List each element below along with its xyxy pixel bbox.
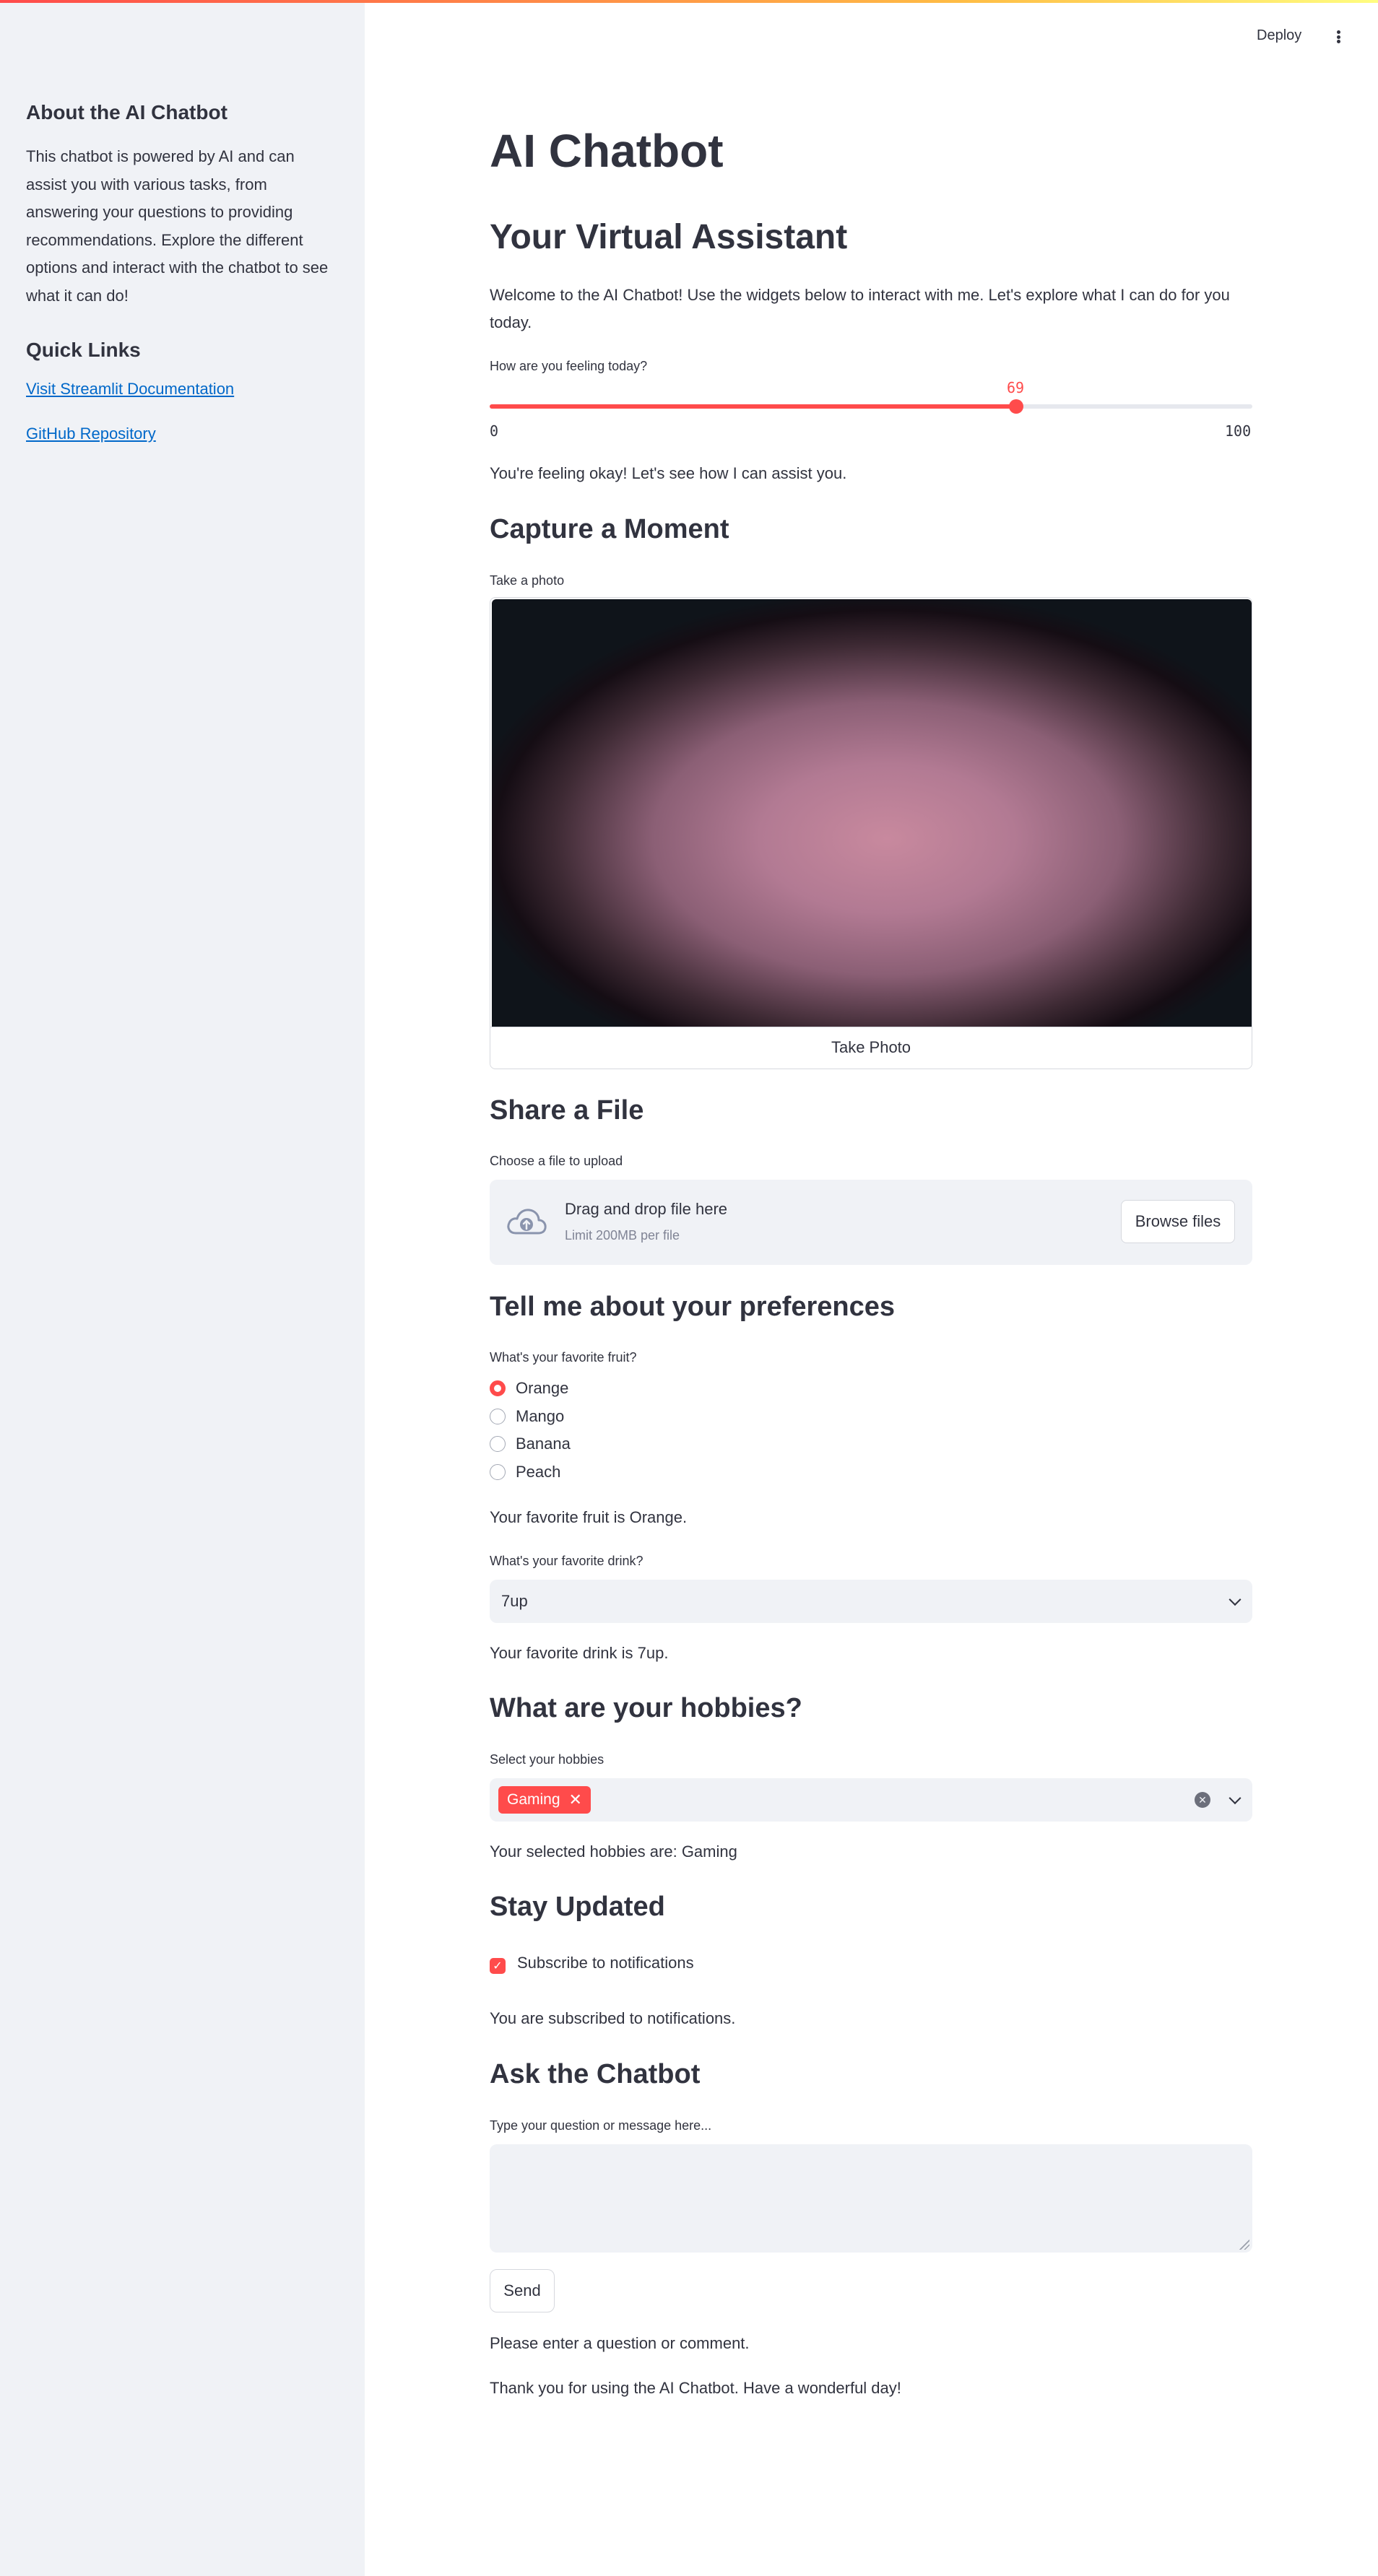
hobby-tag-gaming: Gaming ✕	[498, 1786, 591, 1814]
sidebar-description: This chatbot is powered by AI and can as…	[26, 147, 329, 305]
feeling-slider-fill	[490, 404, 1016, 409]
browse-files-button[interactable]: Browse files	[1121, 1200, 1235, 1243]
quick-links: Visit Streamlit Documentation GitHub Rep…	[26, 376, 339, 447]
take-photo-label: Take a photo	[490, 573, 565, 588]
subtitle: Your Virtual Assistant	[490, 218, 848, 256]
footer-message: Thank you for using the AI Chatbot. Have…	[490, 2379, 901, 2397]
slider-max: 100	[1225, 422, 1252, 440]
page-title: AI Chatbot	[490, 125, 724, 177]
prompt-message: Please enter a question or comment.	[490, 2334, 750, 2352]
drink-select[interactable]: 7up	[490, 1580, 1252, 1623]
clear-all-icon[interactable]: ✕	[1195, 1792, 1210, 1808]
chevron-down-icon[interactable]	[1228, 1792, 1242, 1805]
sidebar-title: About the AI Chatbot	[26, 101, 228, 123]
fruit-message: Your favorite fruit is Orange.	[490, 1508, 688, 1526]
subscribe-checkbox[interactable]: ✓	[490, 1958, 506, 1974]
radio-mango[interactable]: Mango	[490, 1407, 564, 1426]
welcome-text: Welcome to the AI Chatbot! Use the widge…	[490, 286, 1230, 331]
feeling-label: How are you feeling today?	[490, 359, 648, 373]
radio-empty-icon	[490, 1409, 506, 1424]
radio-selected-icon	[490, 1380, 506, 1396]
feeling-slider-thumb[interactable]	[1009, 399, 1023, 414]
drink-label: What's your favorite drink?	[490, 1554, 644, 1568]
chevron-down-icon	[1228, 1593, 1242, 1606]
hobbies-label: Select your hobbies	[490, 1752, 604, 1767]
question-textarea[interactable]	[490, 2144, 1252, 2253]
drink-select-value: 7up	[501, 1592, 528, 1610]
fruit-label: What's your favorite fruit?	[490, 1350, 637, 1365]
ask-heading: Ask the Chatbot	[490, 2059, 701, 2089]
drink-message: Your favorite drink is 7up.	[490, 1644, 669, 1662]
updates-message: You are subscribed to notifications.	[490, 2009, 736, 2027]
vertical-ellipsis-icon[interactable]	[1331, 27, 1346, 46]
preferences-heading: Tell me about your preferences	[490, 1292, 896, 1322]
top-decoration-bar	[0, 0, 1378, 3]
link-streamlit-docs[interactable]: Visit Streamlit Documentation	[26, 376, 339, 402]
updates-heading: Stay Updated	[490, 1892, 665, 1922]
question-label: Type your question or message here...	[490, 2118, 712, 2133]
send-button[interactable]: Send	[490, 2269, 555, 2312]
deploy-button[interactable]: Deploy	[1257, 27, 1301, 44]
subscribe-label[interactable]: Subscribe to notifications	[517, 1954, 694, 1972]
limit-text: Limit 200MB per file	[565, 1228, 680, 1243]
share-heading: Share a File	[490, 1095, 644, 1126]
quick-links-title: Quick Links	[26, 339, 141, 361]
drop-text: Drag and drop file here	[565, 1200, 728, 1218]
upload-label: Choose a file to upload	[490, 1154, 623, 1168]
take-photo-button[interactable]: Take Photo	[490, 1027, 1252, 1067]
slider-value: 69	[1007, 379, 1025, 396]
file-dropzone[interactable]: Drag and drop file here Limit 200MB per …	[490, 1180, 1252, 1265]
sidebar: About the AI Chatbot This chatbot is pow…	[0, 0, 365, 2576]
feeling-message: You're feeling okay! Let's see how I can…	[490, 464, 847, 482]
radio-banana[interactable]: Banana	[490, 1435, 571, 1453]
hobbies-heading: What are your hobbies?	[490, 1693, 802, 1723]
radio-empty-icon	[490, 1464, 506, 1480]
cloud-upload-icon	[507, 1209, 547, 1235]
camera-preview	[492, 599, 1252, 1027]
radio-orange[interactable]: Orange	[490, 1379, 568, 1398]
link-github-repo[interactable]: GitHub Repository	[26, 421, 339, 447]
camera-input: Take Photo	[490, 597, 1252, 1069]
resize-handle-icon[interactable]	[1239, 2240, 1249, 2250]
capture-heading: Capture a Moment	[490, 514, 729, 544]
hobbies-message: Your selected hobbies are: Gaming	[490, 1842, 737, 1861]
remove-tag-icon[interactable]: ✕	[569, 1790, 582, 1809]
hobbies-multiselect[interactable]	[490, 1778, 1252, 1822]
radio-peach[interactable]: Peach	[490, 1463, 560, 1481]
slider-min: 0	[490, 422, 499, 440]
radio-empty-icon	[490, 1436, 506, 1452]
